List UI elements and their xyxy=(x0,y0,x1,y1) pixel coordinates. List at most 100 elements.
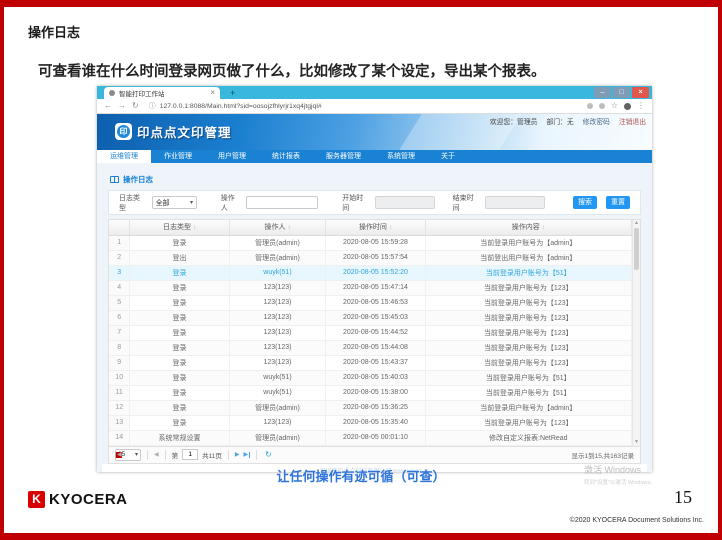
window-maximize-button[interactable]: □ xyxy=(613,87,630,98)
reload-icon[interactable]: ↻ xyxy=(132,102,139,110)
log-type-select[interactable]: 全部 ▾ xyxy=(152,196,197,209)
table-row[interactable]: 12登录管理员(admin)2020-08-05 15:36:25当前登录用户账… xyxy=(109,400,632,415)
current-page-input[interactable] xyxy=(182,449,198,460)
browser-menu-icon[interactable]: ⋮ xyxy=(637,102,645,110)
profile-avatar-icon[interactable] xyxy=(624,103,631,110)
site-info-icon[interactable]: ⓘ xyxy=(149,101,156,111)
reset-button[interactable]: 重置 xyxy=(606,196,630,209)
search-button[interactable]: 搜索 xyxy=(573,196,597,209)
table-row[interactable]: 3登录wuyk(51)2020-08-05 15:52:20当前登录用户账号为【… xyxy=(109,265,632,280)
table-scrollbar[interactable]: ▲ ▼ xyxy=(632,220,640,446)
app-header: 欢迎您：管理员 部门：无 修改密码 注销退出 印 印点点文印管理 xyxy=(97,114,652,150)
scrollbar-thumb[interactable] xyxy=(634,228,639,270)
table-row[interactable]: 2登出管理员(admin)2020-08-05 15:57:54当前登出用户账号… xyxy=(109,250,632,265)
cell-rownum: 7 xyxy=(109,325,130,340)
sort-icon[interactable]: ↕ xyxy=(542,225,545,231)
cell-content: 当前登录用户账号为【admin】 xyxy=(425,400,631,415)
cell-time: 2020-08-05 15:40:03 xyxy=(326,370,425,385)
sort-icon[interactable]: ↕ xyxy=(193,225,196,231)
cell-operator: 123(123) xyxy=(229,295,326,310)
cell-time: 2020-08-05 15:44:52 xyxy=(326,325,425,340)
operator-input[interactable] xyxy=(246,196,318,209)
column-header-0[interactable]: 日志类型↕ xyxy=(130,220,229,235)
chevron-down-icon: ▾ xyxy=(190,199,193,206)
cell-content: 修改自定义报表:NetRead xyxy=(425,430,631,445)
nav-item-4[interactable]: 服务器管理 xyxy=(313,150,374,163)
table-row[interactable]: 7登录123(123)2020-08-05 15:44:52当前登录用户账号为【… xyxy=(109,325,632,340)
sort-icon[interactable]: ↕ xyxy=(389,225,392,231)
forward-icon[interactable]: → xyxy=(118,102,126,110)
logout-link[interactable]: 注销退出 xyxy=(619,116,646,126)
table-row[interactable]: 13登录123(123)2020-08-05 15:35:40当前登录用户账号为… xyxy=(109,415,632,430)
cell-operator: wuyk(51) xyxy=(229,385,326,400)
cell-content: 当前登录用户账号为【123】 xyxy=(425,325,631,340)
slide-border-right xyxy=(718,0,722,540)
column-header-1[interactable]: 操作人↕ xyxy=(229,220,326,235)
table-row[interactable]: 6登录123(123)2020-08-05 15:45:03当前登录用户账号为【… xyxy=(109,310,632,325)
table-row[interactable]: 8登录123(123)2020-08-05 15:44:08当前登录用户账号为【… xyxy=(109,340,632,355)
log-table: 日志类型↕操作人↕操作时间↕操作内容↕ 1登录管理员(admin)2020-08… xyxy=(108,219,641,447)
cell-content: 当前登录用户账号为【123】 xyxy=(425,340,631,355)
nav-item-2[interactable]: 用户管理 xyxy=(205,150,259,163)
window-close-button[interactable]: × xyxy=(632,87,649,98)
column-header-2[interactable]: 操作时间↕ xyxy=(326,220,425,235)
start-time-input[interactable] xyxy=(375,196,435,209)
slide-caption: 让任何操作有迹可循（可查） xyxy=(0,466,722,485)
cell-time: 2020-08-05 15:45:03 xyxy=(326,310,425,325)
table-row[interactable]: 1登录管理员(admin)2020-08-05 15:59:28当前登录用户账号… xyxy=(109,235,632,250)
divider xyxy=(256,450,257,460)
zoom-icon[interactable] xyxy=(599,103,605,109)
slide-border-bottom xyxy=(0,533,722,540)
slide-border-left xyxy=(0,0,4,540)
slide-title: 操作日志 xyxy=(28,22,80,41)
cell-rownum: 13 xyxy=(109,415,130,430)
nav-item-5[interactable]: 系统管理 xyxy=(374,150,428,163)
column-header-3[interactable]: 操作内容↕ xyxy=(425,220,631,235)
back-icon[interactable]: ← xyxy=(104,102,112,110)
window-minimize-button[interactable]: – xyxy=(594,87,611,98)
table-row[interactable]: 11登录wuyk(51)2020-08-05 15:38:00当前登录用户账号为… xyxy=(109,385,632,400)
scroll-down-icon[interactable]: ▼ xyxy=(633,439,640,446)
next-page-icon[interactable]: ▶ xyxy=(235,452,240,458)
tab-close-icon[interactable]: × xyxy=(210,89,215,97)
refresh-icon[interactable]: ↻ xyxy=(265,451,272,459)
prev-page-icon[interactable]: ◀ xyxy=(154,452,159,458)
cell-rownum: 4 xyxy=(109,280,130,295)
end-time-input[interactable] xyxy=(485,196,545,209)
bookmark-star-icon[interactable]: ☆ xyxy=(611,102,618,110)
welcome-text: 欢迎您：管理员 xyxy=(490,116,538,126)
cell-type: 登录 xyxy=(130,280,229,295)
nav-item-0[interactable]: 运维管理 xyxy=(97,150,151,163)
table-row[interactable]: 5登录123(123)2020-08-05 15:46:53当前登录用户账号为【… xyxy=(109,295,632,310)
table-row[interactable]: 14系统常规设置管理员(admin)2020-08-05 00:01:10修改自… xyxy=(109,430,632,445)
web-app: 欢迎您：管理员 部门：无 修改密码 注销退出 印 印点点文印管理 运维管理作业管… xyxy=(97,114,652,472)
first-page-icon[interactable]: ◀ xyxy=(115,452,122,458)
nav-item-6[interactable]: 关于 xyxy=(428,150,468,163)
nav-item-1[interactable]: 作业管理 xyxy=(151,150,205,163)
table-row[interactable]: 4登录123(123)2020-08-05 15:47:14当前登录用户账号为【… xyxy=(109,280,632,295)
filter-bar: 日志类型 全部 ▾ 操作人 开始时间 结束时间 搜索 xyxy=(108,190,641,215)
new-tab-button[interactable]: + xyxy=(230,87,235,99)
page-prefix-label: 第 xyxy=(172,450,179,460)
panel-title-text: 操作日志 xyxy=(123,174,153,185)
app-logo-glyph: 印 xyxy=(117,125,130,138)
record-summary: 显示1到15,共163记录 xyxy=(572,450,635,460)
table-row[interactable]: 10登录wuyk(51)2020-08-05 15:40:03当前登录用户账号为… xyxy=(109,370,632,385)
url-field[interactable]: ⓘ 127.0.0.1:8088/Main.html?sid=oosojzfhl… xyxy=(145,101,581,112)
key-icon[interactable] xyxy=(587,103,593,109)
nav-item-3[interactable]: 统计报表 xyxy=(259,150,313,163)
scroll-up-icon[interactable]: ▲ xyxy=(633,220,640,227)
cell-content: 当前登录用户账号为【51】 xyxy=(425,385,631,400)
table-row[interactable]: 9登录123(123)2020-08-05 15:43:37当前登录用户账号为【… xyxy=(109,355,632,370)
browser-tab-strip: 智能打印工作站 × + – □ × xyxy=(97,86,652,99)
tab-title: 智能打印工作站 xyxy=(119,88,206,98)
sort-icon[interactable]: ↕ xyxy=(287,225,290,231)
change-password-link[interactable]: 修改密码 xyxy=(583,116,610,126)
cell-type: 登录 xyxy=(130,370,229,385)
cell-type: 登录 xyxy=(130,355,229,370)
browser-window: 智能打印工作站 × + – □ × ← → ↻ ⓘ 127.0.0.1:8088… xyxy=(97,86,652,472)
browser-address-bar: ← → ↻ ⓘ 127.0.0.1:8088/Main.html?sid=oos… xyxy=(97,99,652,114)
browser-tab[interactable]: 智能打印工作站 × xyxy=(104,87,220,99)
kyocera-wordmark: KYOCERA xyxy=(49,491,128,508)
last-page-icon[interactable]: ▶ xyxy=(244,452,251,458)
